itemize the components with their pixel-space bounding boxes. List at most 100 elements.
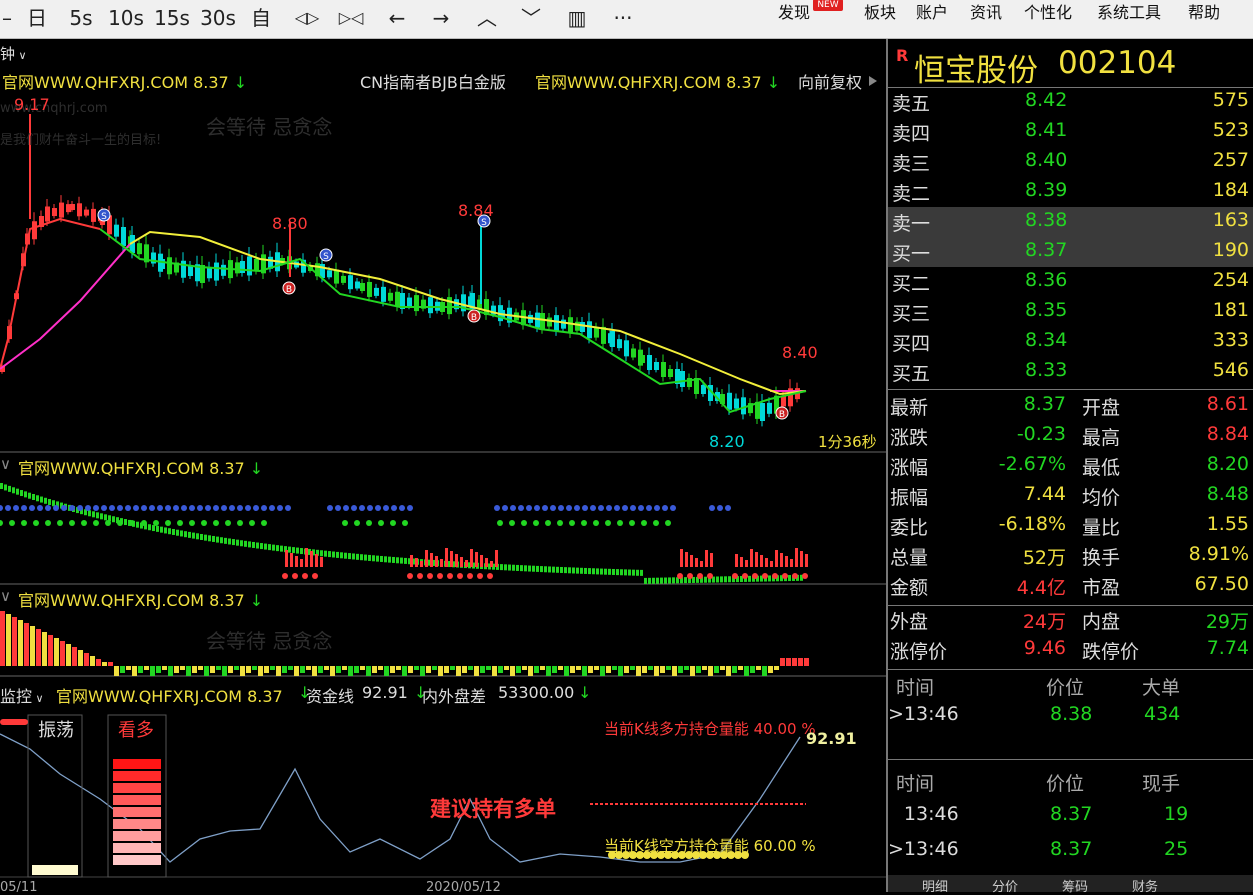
5s-period-button[interactable]: 5s bbox=[64, 4, 98, 32]
tab-chips[interactable]: 筹码 bbox=[1062, 876, 1088, 895]
red-dot bbox=[802, 573, 808, 579]
menu-discover[interactable]: 发现 bbox=[778, 0, 810, 26]
candle bbox=[631, 348, 636, 358]
tick-header: 价位 bbox=[1046, 773, 1085, 795]
chevron-up-icon[interactable]: ︿ bbox=[472, 4, 502, 32]
period-selector[interactable]: 钟 ∨ bbox=[0, 43, 27, 64]
zoom-out-icon[interactable]: ◁▷ bbox=[290, 4, 324, 32]
chevron-down-icon[interactable]: ﹀ bbox=[516, 4, 546, 32]
30s-period-button[interactable]: 30s bbox=[198, 4, 238, 32]
signal-badge-text: B bbox=[779, 410, 785, 420]
blue-dot bbox=[61, 505, 67, 511]
red-bar bbox=[415, 558, 418, 567]
momentum-bar bbox=[112, 516, 115, 523]
blue-dot bbox=[351, 505, 357, 511]
menu-sectors[interactable]: 板块 bbox=[864, 0, 896, 26]
stat-value: 1.55 bbox=[1206, 513, 1249, 535]
histogram-bar bbox=[624, 666, 629, 673]
minimize-icon[interactable]: – bbox=[0, 4, 14, 32]
10s-period-button[interactable]: 10s bbox=[106, 4, 146, 32]
bid-row[interactable]: 买二 8.36 254 bbox=[888, 267, 1253, 297]
green-dot bbox=[402, 520, 408, 526]
long-energy-label: 当前K线多方持仓量能 40.00 % bbox=[604, 720, 816, 738]
histogram-bar bbox=[666, 666, 671, 670]
histogram-bar bbox=[606, 666, 611, 673]
view-gauge-bar bbox=[113, 831, 161, 841]
main-chart-header-right: 官网WWW.QHFXRJ.COM 8.37 ↓ bbox=[535, 73, 781, 92]
green-dot bbox=[557, 520, 563, 526]
menu-personalize[interactable]: 个性化 bbox=[1024, 0, 1072, 26]
chart-area[interactable]: SSSBBB 钟 ∨ 官网WWW.QHFXRJ.COM 8.37 ↓ CN指南者… bbox=[0, 39, 886, 895]
ask-row[interactable]: 卖四 8.41 523 bbox=[888, 117, 1253, 147]
histogram-bar bbox=[498, 666, 503, 673]
bid-row[interactable]: 买四 8.34 333 bbox=[888, 327, 1253, 357]
15s-period-button[interactable]: 15s bbox=[152, 4, 192, 32]
blue-dot bbox=[21, 505, 27, 511]
tab-price-breakdown[interactable]: 分价 bbox=[992, 876, 1018, 895]
blue-dot bbox=[654, 505, 660, 511]
red-dot bbox=[457, 573, 463, 579]
candle bbox=[414, 295, 419, 312]
momentum-bar bbox=[500, 564, 503, 571]
blue-dot bbox=[367, 505, 373, 511]
momentum-bar bbox=[192, 532, 195, 539]
momentum-bar bbox=[404, 557, 407, 564]
red-bar bbox=[285, 550, 288, 567]
red-dot bbox=[417, 573, 423, 579]
ask-row[interactable]: 卖三 8.40 257 bbox=[888, 147, 1253, 177]
blue-dot bbox=[614, 505, 620, 511]
blue-dot bbox=[502, 505, 508, 511]
green-dot bbox=[81, 520, 87, 526]
bid-row[interactable]: 买五 8.33 546 bbox=[888, 357, 1253, 387]
bid-row-selected[interactable]: 买一 8.37 190 bbox=[888, 237, 1253, 267]
red-bar bbox=[690, 555, 693, 567]
outer-volume-label: 外盘 bbox=[890, 611, 929, 633]
bid-row[interactable]: 买三 8.35 181 bbox=[888, 297, 1253, 327]
red-dot bbox=[792, 573, 798, 579]
blue-dot bbox=[13, 505, 19, 511]
day-period-button[interactable]: 日 bbox=[22, 4, 52, 32]
momentum-bar bbox=[644, 577, 647, 584]
green-dot bbox=[653, 520, 659, 526]
histogram-bar bbox=[528, 666, 533, 676]
subchart-menu-icon[interactable]: ∨ bbox=[0, 587, 11, 605]
arrow-left-icon[interactable]: ← bbox=[382, 4, 412, 32]
candle bbox=[741, 397, 746, 415]
menu-account[interactable]: 账户 bbox=[916, 0, 948, 26]
tab-finance[interactable]: 财务 bbox=[1132, 876, 1158, 895]
stat-label: 均价 bbox=[1082, 487, 1121, 509]
momentum-bar bbox=[52, 500, 55, 507]
red-bar bbox=[410, 555, 413, 567]
zoom-in-icon[interactable]: ▷◁ bbox=[334, 4, 368, 32]
green-dot bbox=[581, 520, 587, 526]
layout-icon[interactable]: ▥ bbox=[562, 4, 592, 32]
subchart-menu-icon[interactable]: ∨ bbox=[0, 455, 11, 473]
arrow-right-icon[interactable]: → bbox=[426, 4, 456, 32]
blue-dot bbox=[574, 505, 580, 511]
histogram-bar bbox=[558, 666, 563, 670]
stat-label: 换手 bbox=[1082, 547, 1121, 569]
histogram-bar bbox=[216, 666, 221, 670]
ask-row[interactable]: 卖二 8.39 184 bbox=[888, 177, 1253, 207]
monitor-selector[interactable]: 监控 ∨ bbox=[0, 683, 44, 707]
histogram-bar bbox=[732, 666, 737, 673]
collapse-arrow-icon[interactable] bbox=[869, 76, 877, 86]
tab-details[interactable]: 明细 bbox=[922, 876, 948, 895]
menu-news[interactable]: 资讯 bbox=[970, 0, 1002, 26]
histogram-bar bbox=[210, 666, 215, 673]
red-marker bbox=[0, 719, 28, 725]
custom-period-button[interactable]: 自 bbox=[246, 4, 276, 32]
green-dot bbox=[390, 520, 396, 526]
momentum-bar bbox=[292, 547, 295, 554]
candle bbox=[160, 259, 165, 269]
menu-help[interactable]: 帮助 bbox=[1188, 0, 1220, 26]
ask-row[interactable]: 卖五 8.42 575 bbox=[888, 87, 1253, 117]
momentum-bar bbox=[660, 577, 663, 584]
red-bar bbox=[480, 555, 483, 567]
more-icon[interactable]: ··· bbox=[606, 4, 640, 32]
restore-rights-button[interactable]: 向前复权 bbox=[798, 69, 862, 93]
ask-row-selected[interactable]: 卖一 8.38 163 bbox=[888, 207, 1253, 237]
big-order-header: 价位 bbox=[1046, 677, 1085, 699]
fund-line-value: 92.91 bbox=[362, 683, 408, 702]
menu-system-tools[interactable]: 系统工具 bbox=[1097, 0, 1161, 26]
